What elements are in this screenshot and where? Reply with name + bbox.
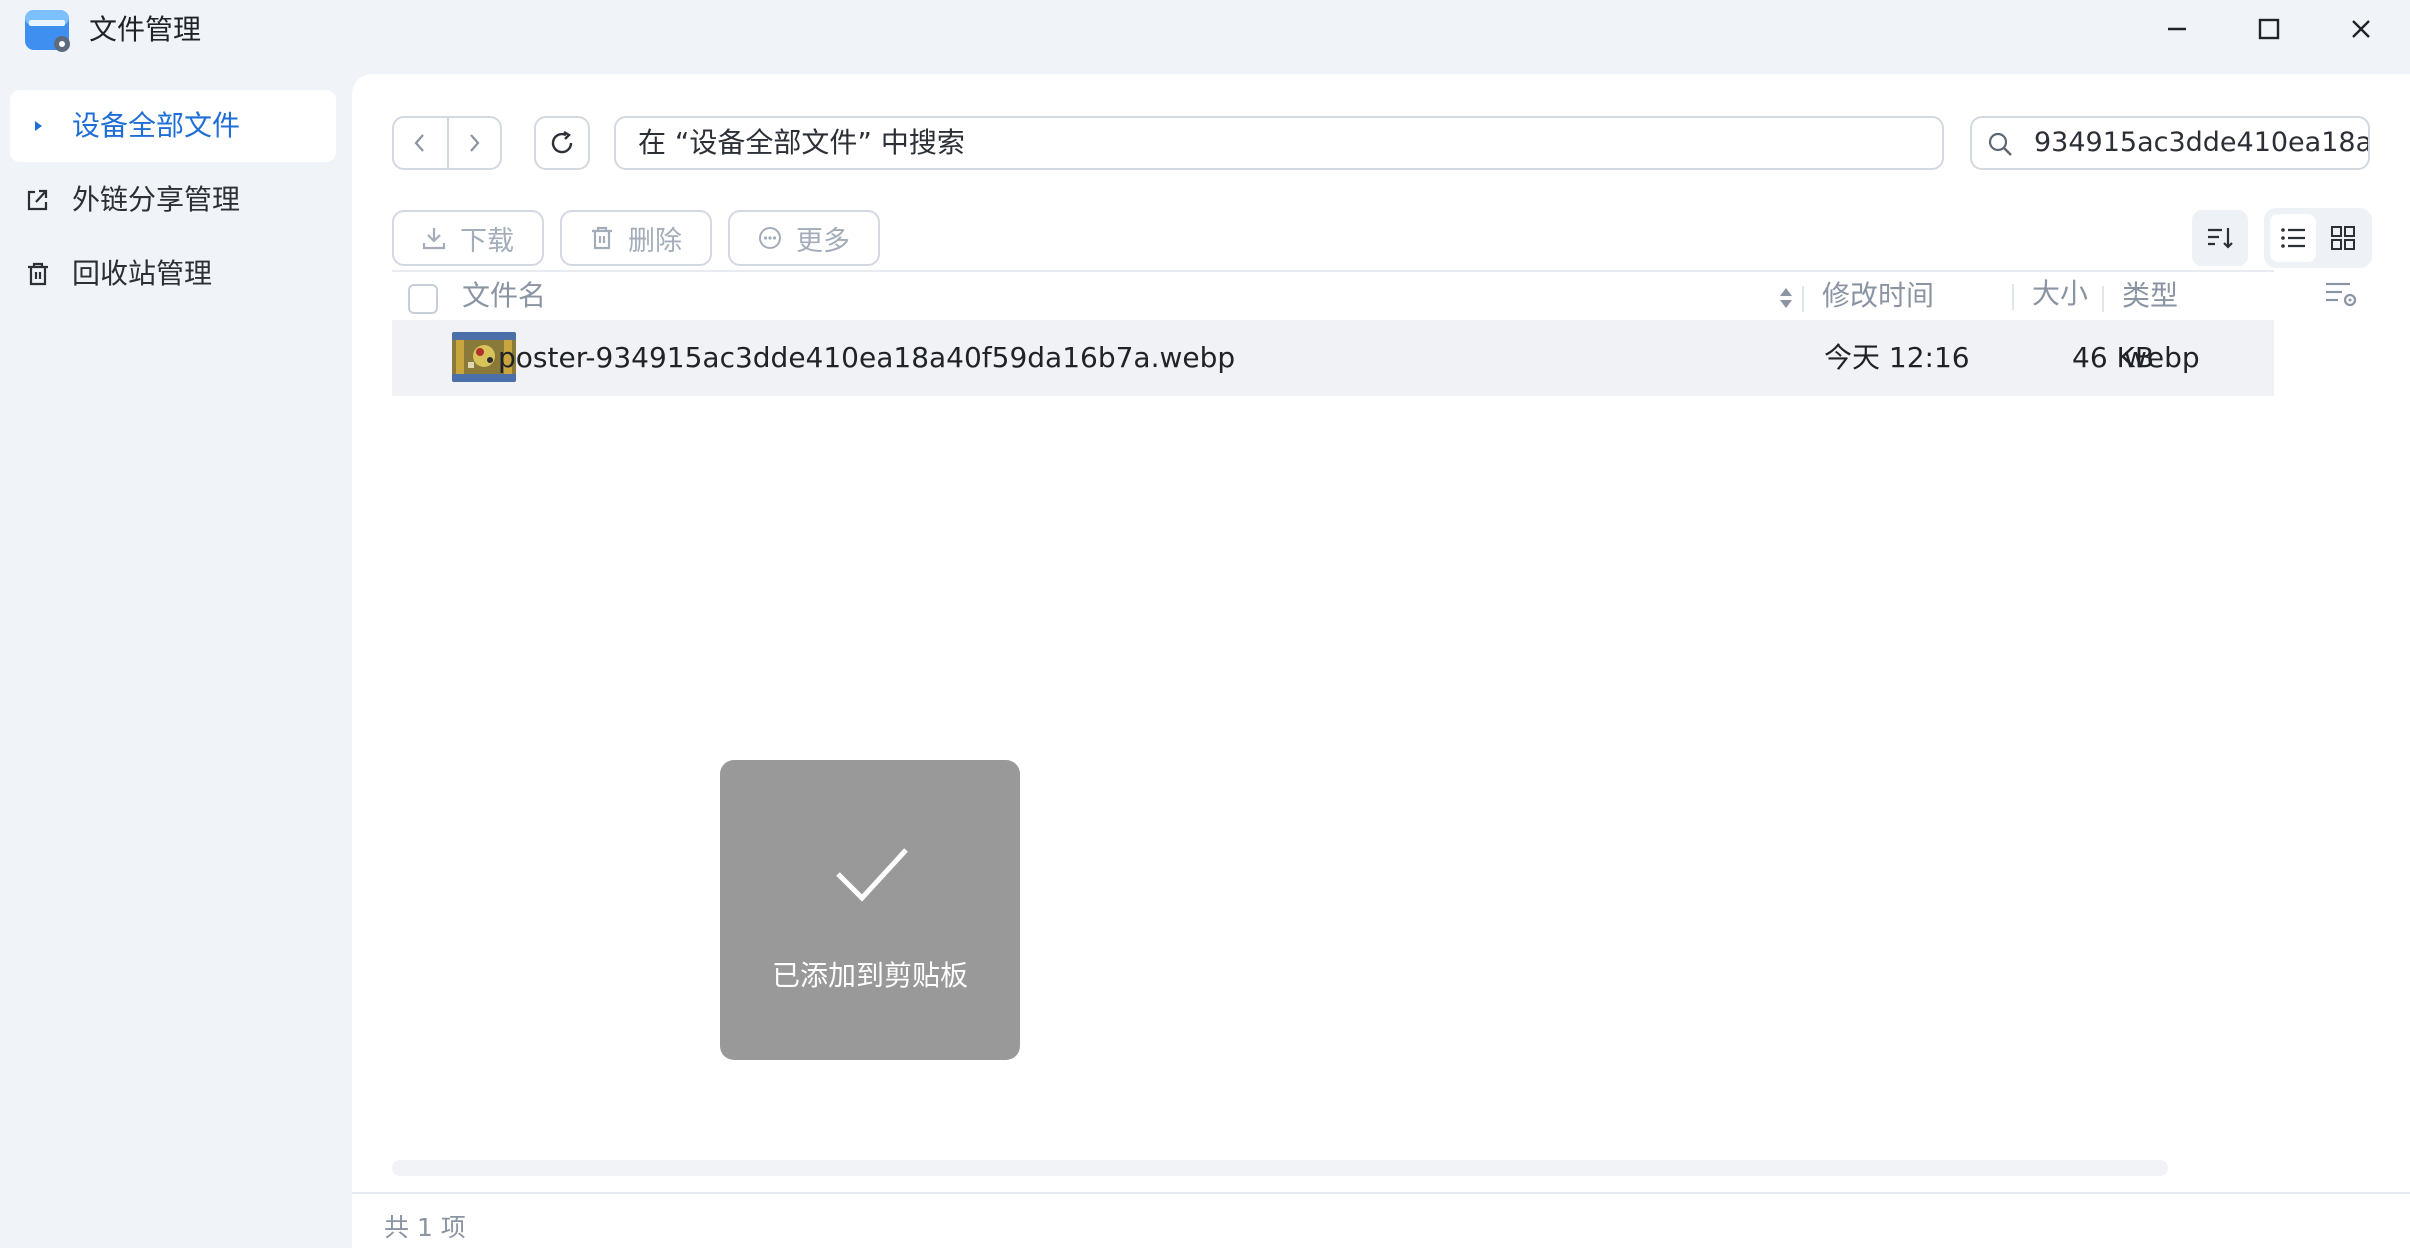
file-name[interactable]: poster-934915ac3dde410ea18a40f59da16b7a.… bbox=[498, 320, 1235, 396]
clipboard-toast: 已添加到剪贴板 bbox=[720, 760, 1020, 1060]
search-icon bbox=[1988, 132, 2012, 156]
forward-button[interactable] bbox=[446, 118, 500, 168]
maximize-icon bbox=[2258, 18, 2280, 40]
back-button[interactable] bbox=[394, 118, 447, 168]
trash-icon bbox=[588, 224, 616, 252]
sidebar-item-share-links[interactable]: 外链分享管理 bbox=[10, 164, 336, 236]
checkmark-icon bbox=[836, 848, 908, 902]
more-icon bbox=[756, 224, 784, 252]
app-title: 文件管理 bbox=[89, 13, 202, 46]
refresh-icon bbox=[551, 130, 573, 154]
file-size: 46 KB bbox=[2072, 341, 2155, 374]
column-header-size[interactable]: 大小 bbox=[2032, 270, 2088, 318]
column-divider[interactable] bbox=[2102, 286, 2104, 312]
sidebar-item-label: 设备全部文件 bbox=[72, 109, 241, 142]
caret-right-icon bbox=[24, 112, 52, 140]
file-modified: 今天 12:16 bbox=[1824, 341, 1970, 374]
sort-button[interactable] bbox=[2192, 210, 2248, 266]
sidebar-item-label: 外链分享管理 bbox=[72, 183, 241, 216]
item-count: 共 1 项 bbox=[384, 1213, 466, 1242]
sidebar-item-label: 回收站管理 bbox=[72, 257, 213, 290]
search-input[interactable]: 934915ac3dde410ea18a40f59da16b7a bbox=[1970, 116, 2370, 170]
column-settings-icon bbox=[2326, 282, 2357, 307]
more-button[interactable]: 更多 bbox=[728, 210, 880, 266]
minimize-icon bbox=[2168, 27, 2186, 31]
footer-divider bbox=[352, 1192, 2410, 1194]
column-settings-button[interactable] bbox=[2322, 274, 2362, 314]
maximize-button[interactable] bbox=[2246, 6, 2292, 52]
chevron-left-icon bbox=[415, 134, 425, 152]
table-header: 文件名 修改时间 类型 bbox=[392, 270, 2274, 320]
delete-label: 删除 bbox=[628, 225, 682, 257]
sort-toggle-icon[interactable] bbox=[1778, 286, 1794, 314]
trash-icon bbox=[24, 260, 52, 288]
sidebar-item-all-files[interactable]: 设备全部文件 bbox=[10, 90, 336, 162]
column-header-modified[interactable]: 修改时间 bbox=[1822, 272, 1934, 320]
title-bar: 文件管理 bbox=[0, 0, 2410, 60]
file-manager-app-icon bbox=[24, 6, 72, 54]
column-divider[interactable] bbox=[2012, 284, 2014, 310]
download-button[interactable]: 下载 bbox=[392, 210, 544, 266]
download-label: 下载 bbox=[460, 225, 514, 257]
close-icon bbox=[2352, 20, 2370, 38]
folder-search-input[interactable]: 在 “设备全部文件” 中搜索 bbox=[614, 116, 1944, 170]
select-all-checkbox[interactable] bbox=[408, 284, 438, 314]
more-label: 更多 bbox=[796, 225, 850, 257]
view-toggle bbox=[2264, 208, 2372, 268]
grid-view-button[interactable] bbox=[2320, 214, 2366, 262]
toast-message: 已添加到剪贴板 bbox=[771, 959, 968, 992]
sort-icon bbox=[2208, 228, 2233, 249]
download-icon bbox=[420, 224, 448, 252]
close-button[interactable] bbox=[2338, 6, 2384, 52]
minimize-button[interactable] bbox=[2154, 6, 2200, 52]
column-divider[interactable] bbox=[1802, 286, 1804, 312]
sidebar: 设备全部文件 外链分享管理 回收站管理 bbox=[0, 60, 350, 1248]
column-header-type[interactable]: 类型 bbox=[2122, 272, 2178, 320]
history-nav bbox=[392, 116, 502, 170]
search-input-value: 934915ac3dde410ea18a40f59da16b7a bbox=[2034, 127, 2370, 158]
chevron-right-icon bbox=[470, 134, 480, 152]
horizontal-scrollbar[interactable] bbox=[392, 1160, 2168, 1176]
table-row[interactable]: poster-934915ac3dde410ea18a40f59da16b7a.… bbox=[392, 320, 2274, 396]
list-view-icon bbox=[2281, 228, 2305, 248]
sidebar-item-recycle-bin[interactable]: 回收站管理 bbox=[10, 238, 336, 310]
list-view-button[interactable] bbox=[2270, 214, 2316, 262]
column-header-name[interactable]: 文件名 bbox=[462, 272, 546, 320]
share-link-icon bbox=[24, 186, 52, 214]
refresh-button[interactable] bbox=[534, 116, 590, 170]
delete-button[interactable]: 删除 bbox=[560, 210, 712, 266]
grid-view-icon bbox=[2331, 226, 2355, 250]
main-panel: 在 “设备全部文件” 中搜索 934915ac3dde410ea18a40f59… bbox=[352, 74, 2410, 1248]
